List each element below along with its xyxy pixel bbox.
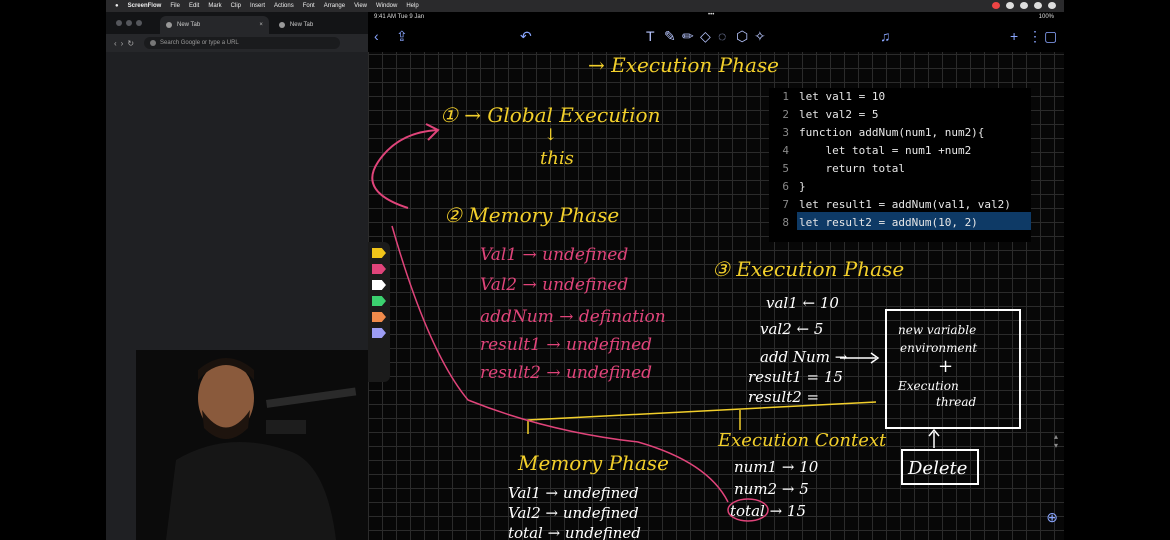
- delete-label: Delete: [907, 458, 967, 479]
- note-memory2-title: Memory Phase: [517, 451, 669, 475]
- note-memory-title: ② Memory Phase: [444, 203, 619, 227]
- box-plus: +: [938, 356, 953, 377]
- minimize-window-button[interactable]: [126, 20, 132, 26]
- note-execution-phase-top: → Execution Phase: [588, 53, 779, 77]
- tab-close-icon[interactable]: ×: [259, 22, 263, 28]
- exec-item: result1 = 15: [748, 368, 843, 386]
- note-global-execution: ① → Global Execution: [440, 103, 660, 127]
- exec-item: val2 ← 5: [760, 320, 823, 338]
- tab-favicon-icon: [278, 22, 285, 28]
- zoom-window-button[interactable]: [136, 20, 142, 26]
- context-item: num1 → 10: [734, 458, 819, 476]
- context-item: num2 → 5: [734, 480, 809, 498]
- memory2-item: total → undefined: [508, 524, 641, 540]
- tab-favicon-icon: [166, 22, 172, 28]
- menu-help[interactable]: Help: [406, 3, 418, 9]
- menu-font[interactable]: Font: [303, 3, 315, 9]
- menu-mark[interactable]: Mark: [208, 3, 221, 9]
- note-context-title: Execution Context: [717, 430, 887, 451]
- menu-actions[interactable]: Actions: [274, 3, 294, 9]
- memory-item: addNum → defination: [480, 307, 666, 327]
- exec-item: add Num →: [760, 348, 848, 366]
- handwritten-notes: → Execution Phase ① → Global Execution ↓…: [371, 53, 1021, 540]
- zoom-icon[interactable]: ⊕: [1046, 509, 1058, 526]
- menu-view[interactable]: View: [354, 3, 367, 9]
- menu-arrange[interactable]: Arrange: [324, 3, 345, 9]
- browser-tab-active[interactable]: New Tab ×: [160, 16, 269, 34]
- box-text: environment: [900, 341, 977, 355]
- nav-buttons[interactable]: ‹›↻: [114, 39, 138, 48]
- tab-label: New Tab: [177, 22, 201, 28]
- note-this: this: [540, 148, 574, 169]
- search-icon[interactable]: [1034, 2, 1042, 9]
- record-icon[interactable]: [992, 2, 1000, 9]
- google-icon: [150, 40, 157, 46]
- memory-item: result1 → undefined: [480, 335, 652, 355]
- apple-icon[interactable]: ●: [115, 3, 119, 9]
- memory-item: Val2 → undefined: [480, 275, 628, 295]
- presenter-video: [136, 350, 386, 540]
- page-indicator[interactable]: ▴ ▾: [1054, 432, 1058, 450]
- exec-item: val1 ← 10: [766, 294, 839, 312]
- wifi-icon[interactable]: [1020, 2, 1028, 9]
- ipad-notes-screen: 9:41 AM Tue 9 Jan ••• 100% ‹ ⇪ ↶ T ✎ ✏ ◇…: [368, 12, 1064, 540]
- exec-item: result2 =: [748, 388, 819, 406]
- menu-window[interactable]: Window: [376, 3, 397, 9]
- browser-urlbar: ‹›↻ Search Google or type a URL: [106, 34, 368, 52]
- browser-tab[interactable]: New Tab: [273, 16, 368, 34]
- menu-clip[interactable]: Clip: [231, 3, 241, 9]
- memory2-item: Val2 → undefined: [508, 504, 639, 522]
- screen-icon[interactable]: [1006, 2, 1014, 9]
- omnibox-placeholder: Search Google or type a URL: [160, 40, 239, 46]
- memory-item: result2 → undefined: [480, 363, 652, 383]
- menu-insert[interactable]: Insert: [250, 3, 265, 9]
- box-text: thread: [936, 395, 977, 409]
- memory2-item: Val1 → undefined: [508, 484, 639, 502]
- menubar-tray: [992, 2, 1056, 9]
- box-text: new variable: [898, 323, 976, 337]
- menu-app-name[interactable]: ScreenFlow: [128, 3, 162, 9]
- omnibox[interactable]: Search Google or type a URL: [144, 37, 341, 49]
- memory-item: Val1 → undefined: [480, 245, 628, 265]
- control-center-icon[interactable]: [1048, 2, 1056, 9]
- screen: ● ScreenFlow File Edit Mark Clip Insert …: [106, 0, 1064, 540]
- note-arrow-down: ↓: [544, 125, 557, 144]
- window-controls: [116, 20, 142, 26]
- tab-label: New Tab: [289, 22, 314, 28]
- browser-tabbar: New Tab × New Tab: [106, 12, 368, 34]
- note-exec-title: ③ Execution Phase: [712, 257, 904, 281]
- box-text: Execution: [897, 379, 959, 393]
- menu-file[interactable]: File: [170, 3, 180, 9]
- menu-edit[interactable]: Edit: [189, 3, 199, 9]
- close-window-button[interactable]: [116, 20, 122, 26]
- mac-menubar: ● ScreenFlow File Edit Mark Clip Insert …: [106, 0, 1064, 12]
